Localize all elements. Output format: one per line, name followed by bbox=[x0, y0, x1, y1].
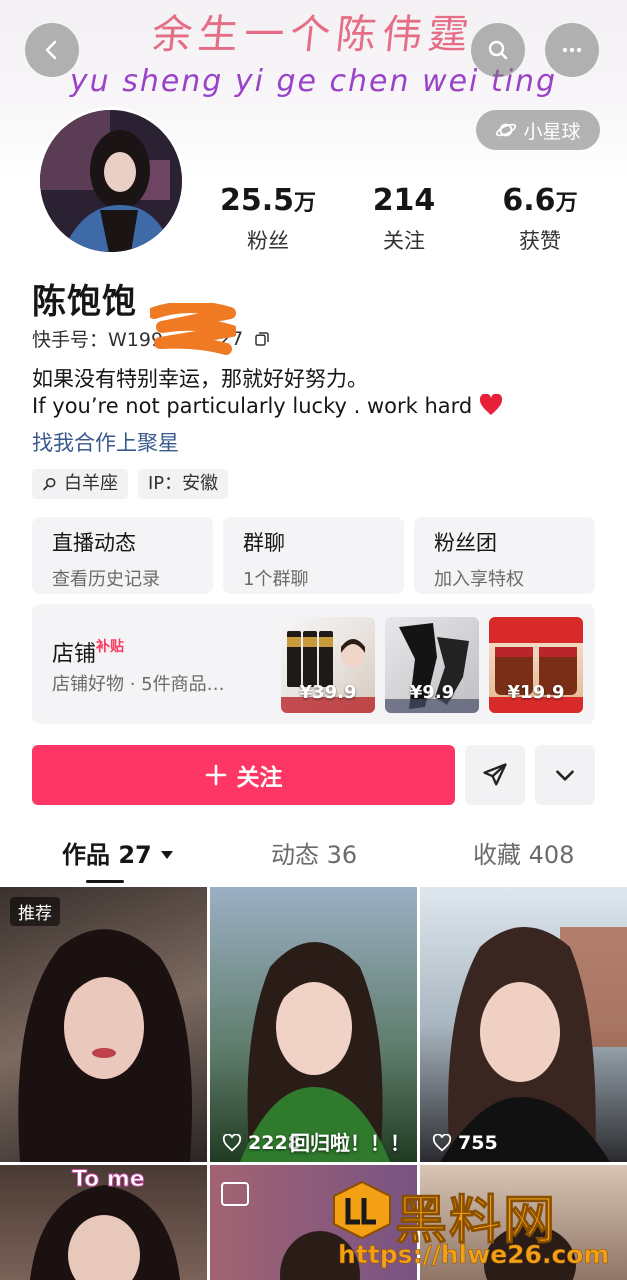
shop-product-2[interactable]: ¥9.9 bbox=[385, 617, 479, 713]
card-fanclub-subtitle: 加入享特权 bbox=[434, 569, 524, 590]
video-thumbnail bbox=[18, 929, 193, 1162]
planet-label: 小星球 bbox=[523, 120, 581, 143]
stat-following-value: 214 bbox=[372, 183, 436, 218]
video-caption: 回归啦！！！ bbox=[290, 1131, 410, 1155]
back-button[interactable] bbox=[25, 23, 79, 77]
video-caption: To me bbox=[72, 1167, 146, 1193]
watermark: 黑料网 https://hlwe26.com bbox=[330, 1178, 627, 1280]
tab-works[interactable]: 作品 27 bbox=[62, 835, 174, 870]
shop-subsidy-badge: 补贴 bbox=[96, 639, 125, 655]
kuaishou-id: 快手号：W199 bbox=[32, 329, 164, 351]
planet-button[interactable]: 小星球 bbox=[476, 110, 600, 150]
more-options-button[interactable] bbox=[535, 745, 595, 805]
profile-stats: 25.5万 粉丝 214 关注 6.6万 获赞 bbox=[200, 182, 610, 255]
grid-video-4[interactable]: To me bbox=[0, 1165, 207, 1280]
search-icon bbox=[43, 477, 56, 491]
card-live-title: 直播动态 bbox=[52, 531, 136, 555]
tab-moments[interactable]: 动态 36 bbox=[271, 835, 357, 870]
video-thumbnail bbox=[440, 927, 627, 1162]
stat-fans-unit: 万 bbox=[294, 191, 317, 216]
card-group-title: 群聊 bbox=[243, 531, 285, 555]
redaction-scribble bbox=[150, 303, 236, 355]
stat-likes-unit: 万 bbox=[555, 191, 578, 216]
profile-name: 陈饱饱 bbox=[32, 282, 137, 322]
feature-cards: 直播动态 查看历史记录 群聊 1个群聊 粉丝团 加入享特权 bbox=[32, 517, 595, 594]
tab-favorites[interactable]: 收藏 408 bbox=[473, 835, 574, 870]
more-button[interactable] bbox=[545, 23, 599, 77]
stat-fans-label: 粉丝 bbox=[247, 229, 289, 253]
card-fan-club[interactable]: 粉丝团 加入享特权 bbox=[414, 517, 595, 594]
grid-video-3[interactable]: 755 bbox=[420, 887, 627, 1162]
active-tab-indicator bbox=[86, 880, 124, 883]
stat-likes[interactable]: 6.6万 获赞 bbox=[472, 182, 608, 255]
card-group-chat[interactable]: 群聊 1个群聊 bbox=[223, 517, 404, 594]
bio-line-1: 如果没有特别幸运，那就好好努力。 bbox=[32, 367, 368, 391]
tag-zodiac-label: 白羊座 bbox=[64, 473, 118, 494]
follow-label: 关注 bbox=[236, 765, 283, 791]
video-thumbnail bbox=[240, 942, 390, 1162]
send-message-button[interactable] bbox=[465, 745, 525, 805]
profile-tags: 白羊座 IP：安徽 bbox=[32, 469, 229, 499]
shop-card[interactable]: 店铺补贴 店铺好物 · 5件商品… ¥39.9 ¥9.9 ¥19.9 bbox=[32, 604, 595, 724]
shop-subtitle: 店铺好物 · 5件商品… bbox=[52, 674, 225, 695]
avatar-photo bbox=[40, 110, 182, 252]
shop-product-3-price: ¥19.9 bbox=[507, 682, 565, 703]
search-button[interactable] bbox=[471, 23, 525, 77]
shop-product-3[interactable]: ¥19.9 bbox=[489, 617, 583, 713]
stat-fans-value: 25.5 bbox=[219, 183, 294, 218]
likes-count-row: 755 bbox=[432, 1132, 498, 1154]
shop-title: 店铺 bbox=[52, 642, 97, 667]
follow-button[interactable]: 关注 bbox=[32, 745, 455, 805]
recommended-badge: 推荐 bbox=[10, 897, 60, 926]
watermark-url: https://hlwe26.com bbox=[338, 1240, 610, 1270]
more-dots-icon bbox=[562, 47, 582, 53]
likes-count: 755 bbox=[458, 1132, 498, 1154]
bio-line-2: If you’re not particularly lucky . work … bbox=[32, 394, 473, 418]
avatar[interactable] bbox=[37, 107, 185, 255]
chevron-down-icon bbox=[556, 770, 574, 781]
heart-outline-icon bbox=[222, 1134, 242, 1152]
plus-icon bbox=[205, 764, 226, 786]
stat-likes-value: 6.6 bbox=[502, 183, 556, 218]
shop-product-2-price: ¥9.9 bbox=[409, 682, 455, 703]
card-group-subtitle: 1个群聊 bbox=[243, 569, 309, 590]
grid-video-1[interactable]: 推荐 bbox=[0, 887, 207, 1162]
tab-works-label: 作品 27 bbox=[62, 841, 152, 869]
tag-ip-label: IP：安徽 bbox=[148, 473, 219, 494]
paper-plane-icon bbox=[483, 763, 507, 786]
chevron-left-icon bbox=[45, 40, 57, 60]
card-live-subtitle: 查看历史记录 bbox=[52, 569, 160, 590]
banner-title: 余生一个陈伟霆 bbox=[149, 12, 477, 58]
shop-product-1[interactable]: ¥39.9 bbox=[281, 617, 375, 713]
card-live-history[interactable]: 直播动态 查看历史记录 bbox=[32, 517, 213, 594]
planet-icon bbox=[496, 123, 517, 137]
stat-following[interactable]: 214 关注 bbox=[336, 182, 472, 255]
heart-outline-icon bbox=[432, 1134, 452, 1152]
stat-fans[interactable]: 25.5万 粉丝 bbox=[200, 182, 336, 255]
caret-down-icon bbox=[161, 851, 174, 859]
watermark-logo-icon bbox=[333, 1180, 391, 1240]
shop-title-row: 店铺补贴 bbox=[52, 636, 124, 668]
copy-icon[interactable] bbox=[253, 330, 271, 348]
banner-subtitle: yu sheng yi ge chen wei ting bbox=[69, 64, 558, 99]
red-heart-icon bbox=[479, 393, 502, 415]
bio-cooperation-link[interactable]: 找我合作上聚星 bbox=[32, 427, 179, 457]
stat-following-label: 关注 bbox=[383, 229, 425, 253]
search-icon bbox=[488, 40, 508, 60]
bio-line-2-row: If you’re not particularly lucky . work … bbox=[32, 393, 503, 418]
shop-product-1-price: ¥39.9 bbox=[299, 682, 357, 703]
grid-video-2[interactable]: 2228 回归啦！！！ bbox=[210, 887, 417, 1162]
content-tabs: 作品 27 动态 36 收藏 408 bbox=[0, 835, 627, 875]
tag-ip-location: IP：安徽 bbox=[138, 469, 229, 499]
tag-zodiac[interactable]: 白羊座 bbox=[32, 469, 128, 499]
card-fanclub-title: 粉丝团 bbox=[434, 531, 497, 555]
stat-likes-label: 获赞 bbox=[519, 229, 561, 253]
